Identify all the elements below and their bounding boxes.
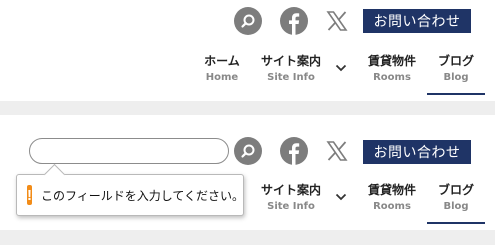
nav-home-label: ホーム — [204, 54, 240, 68]
nav-blog[interactable]: ブログ Blog — [430, 52, 482, 83]
nav-rooms-sublabel: Rooms — [373, 201, 411, 212]
section-divider — [0, 230, 495, 245]
nav-blog-label: ブログ — [437, 183, 474, 197]
x-twitter-icon[interactable] — [326, 10, 348, 32]
nav-rooms[interactable]: 賃貸物件 Rooms — [364, 181, 420, 212]
nav-site-info-label: サイト案内 — [260, 54, 321, 68]
nav-blog-sublabel: Blog — [443, 72, 469, 83]
nav-blog[interactable]: ブログ Blog — [430, 181, 482, 212]
nav-active-indicator — [427, 93, 485, 95]
nav-active-indicator — [427, 222, 485, 224]
warning-icon: ! — [27, 185, 32, 205]
nav-site-info-sublabel: Site Info — [267, 72, 315, 83]
nav-site-info-label: サイト案内 — [260, 183, 321, 197]
nav-home[interactable]: ホーム Home — [200, 52, 244, 83]
tooltip-arrow — [43, 163, 66, 186]
validation-tooltip: ! このフィールドを入力してください。 — [16, 163, 245, 216]
facebook-icon[interactable] — [280, 137, 308, 165]
section-divider — [0, 101, 495, 115]
search-button[interactable] — [234, 7, 262, 35]
search-button[interactable] — [234, 137, 262, 165]
facebook-icon[interactable] — [280, 7, 308, 35]
chevron-down-icon[interactable] — [335, 193, 347, 201]
search-icon — [241, 14, 255, 28]
nav-blog-sublabel: Blog — [443, 201, 469, 212]
chevron-down-icon[interactable] — [335, 64, 347, 72]
nav-site-info-sublabel: Site Info — [267, 201, 315, 212]
nav-site-info[interactable]: サイト案内 Site Info — [258, 181, 324, 212]
search-input[interactable] — [29, 138, 229, 164]
nav-site-info[interactable]: サイト案内 Site Info — [258, 52, 324, 83]
nav-home-sublabel: Home — [205, 72, 239, 83]
contact-button[interactable]: お問い合わせ — [363, 9, 471, 33]
validation-message: このフィールドを入力してください。 — [41, 188, 245, 203]
nav-rooms-label: 賃貸物件 — [367, 54, 416, 68]
nav-blog-label: ブログ — [437, 54, 474, 68]
nav-rooms-label: 賃貸物件 — [367, 183, 416, 197]
search-icon — [241, 144, 255, 158]
nav-rooms[interactable]: 賃貸物件 Rooms — [364, 52, 420, 83]
nav-rooms-sublabel: Rooms — [373, 72, 411, 83]
contact-button[interactable]: お問い合わせ — [363, 140, 471, 164]
x-twitter-icon[interactable] — [326, 140, 348, 162]
